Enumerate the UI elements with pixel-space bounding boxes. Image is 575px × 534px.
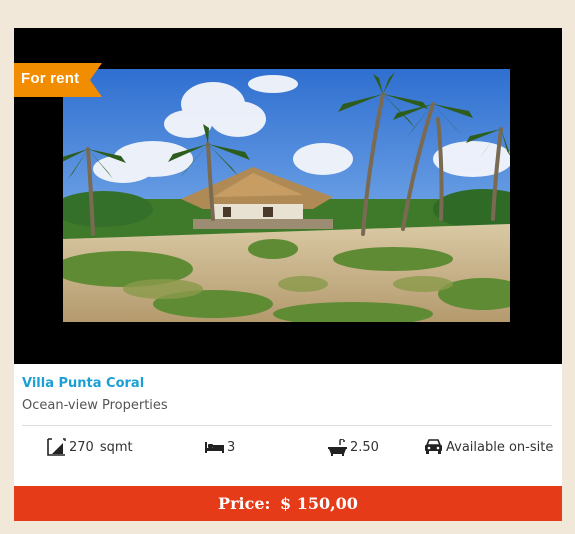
bathrooms-value: 2.50 xyxy=(350,439,379,455)
bed-icon xyxy=(205,442,224,453)
property-photo[interactable] xyxy=(63,69,510,322)
status-badge-label: For rent xyxy=(21,70,80,87)
divider xyxy=(22,425,552,426)
bathtub-icon xyxy=(328,438,347,456)
property-title-link[interactable]: Villa Punta Coral xyxy=(22,376,144,391)
price-value: $ 150,00 xyxy=(280,494,358,513)
feature-bedrooms: 3 xyxy=(205,436,235,458)
bedrooms-value: 3 xyxy=(227,439,236,455)
area-value: 270 xyxy=(69,439,94,455)
property-media[interactable]: For rent xyxy=(14,28,562,364)
area-unit: sqmt xyxy=(99,439,133,455)
price-bar: Price: $ 150,00 xyxy=(14,486,562,521)
feature-bathrooms: 2.50 xyxy=(328,436,379,458)
price-label: Price: xyxy=(218,494,271,513)
car-icon xyxy=(425,439,442,454)
feature-area: 270 sqmt xyxy=(46,436,133,458)
area-icon xyxy=(47,438,66,456)
parking-value: Available on-site xyxy=(446,439,554,455)
status-badge: For rent xyxy=(14,63,102,97)
property-category: Ocean-view Properties xyxy=(22,398,168,413)
property-card: For rent Villa Punta Coral Ocean-view Pr… xyxy=(14,28,562,521)
feature-parking: Available on-site xyxy=(424,436,553,458)
